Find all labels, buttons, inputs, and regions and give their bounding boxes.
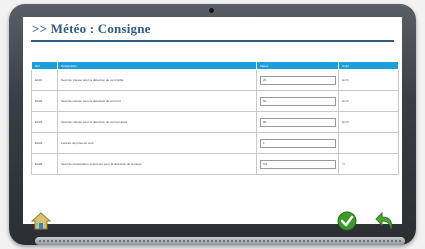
check-icon — [337, 211, 357, 231]
cell-designation: Seuil de température extérieure pour la … — [57, 153, 257, 175]
page-title: >> Météo : Consigne — [32, 21, 151, 36]
cell-ref: EA02 — [31, 90, 58, 112]
cell-value: 50 — [256, 90, 339, 112]
cell-unit: °C — [338, 153, 399, 175]
header-value: Valeur — [256, 61, 339, 70]
cell-value: 0.5 — [256, 153, 339, 175]
title-divider — [31, 40, 394, 42]
ok-button[interactable] — [337, 211, 357, 231]
header-ref: Réf — [31, 61, 58, 70]
camera-dot — [209, 8, 214, 13]
cell-designation: Seuil de vitesse pour la détection de ve… — [57, 111, 257, 133]
cell-ref: EA05 — [31, 153, 58, 175]
screen: >> Météo : Consigne Réf Désignation Vale… — [23, 17, 402, 224]
cell-value: 20 — [256, 69, 339, 91]
back-arrow-icon — [375, 211, 393, 230]
header-designation: Désignation — [57, 61, 257, 70]
cell-unit: km/h — [338, 111, 399, 133]
tablet-frame: >> Météo : Consigne Réf Désignation Vale… — [9, 4, 416, 245]
cell-ref: EA03 — [31, 111, 58, 133]
home-button[interactable] — [30, 212, 52, 230]
value-input[interactable]: 20 — [260, 75, 336, 85]
table-row: EA05 Seuil de température extérieure pou… — [31, 153, 399, 175]
cell-ref: EA01 — [31, 69, 58, 91]
table-header-row: Réf Désignation Valeur Unité — [31, 61, 399, 70]
home-icon — [30, 212, 52, 230]
cell-unit: km/h — [338, 90, 399, 112]
parameters-table: Réf Désignation Valeur Unité EA01 Seuil … — [31, 61, 399, 175]
cell-unit: km/h — [338, 69, 399, 91]
value-input[interactable]: 50 — [260, 96, 336, 106]
device-bottom-bar — [35, 237, 405, 245]
cell-unit — [338, 132, 399, 154]
value-input[interactable]: 0.5 — [260, 159, 336, 169]
table-row: EA04 Fenêtre de prise de vent 1 — [31, 132, 399, 154]
cell-designation: Fenêtre de prise de vent — [57, 132, 257, 154]
cell-designation: Seuil de vitesse pour la détection de ve… — [57, 69, 257, 91]
header-unit: Unité — [338, 61, 399, 70]
cell-value: 1 — [256, 132, 339, 154]
value-input[interactable]: 1 — [260, 138, 336, 148]
table-row: EA03 Seuil de vitesse pour la détection … — [31, 111, 399, 133]
back-button[interactable] — [374, 211, 396, 231]
table-row: EA02 Seuil de vitesse pour la détection … — [31, 90, 399, 112]
cell-value: 80 — [256, 111, 339, 133]
cell-designation: Seuil de vitesse pour la détection de ve… — [57, 90, 257, 112]
cell-ref: EA04 — [31, 132, 58, 154]
table-row: EA01 Seuil de vitesse pour la détection … — [31, 69, 399, 91]
value-input[interactable]: 80 — [260, 117, 336, 127]
